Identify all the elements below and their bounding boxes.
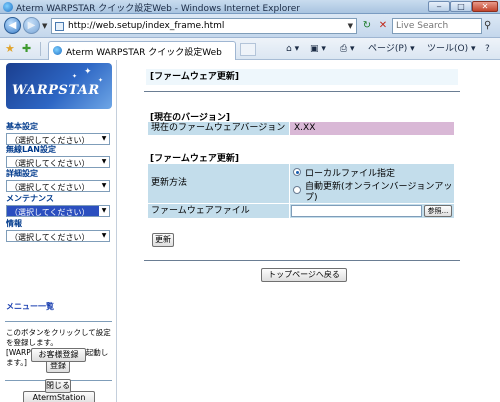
address-dropdown-icon[interactable]: ▼ [348,22,353,30]
advanced-settings-select[interactable]: （選択してください） ▼ [6,180,110,192]
close-button[interactable]: 閉じる [45,379,71,393]
bottom-divider [144,260,460,261]
chevron-down-icon: ▼ [99,206,109,216]
maintenance-select[interactable]: （選択してください） ▼ [6,205,110,217]
nav-section-title: 基本設定 [6,122,38,131]
page-icon [55,22,64,31]
chevron-down-icon: ▼ [101,135,107,142]
update-method-cell: ローカルファイル指定 自動更新(オンラインバージョンアップ) [290,164,454,203]
window-title: Aterm WARPSTAR クイック設定Web - Windows Inter… [16,4,300,14]
maximize-button[interactable]: □ [450,1,472,12]
close-window-button[interactable]: ✕ [472,1,498,12]
toolbar-divider [40,42,41,56]
nav-section-basic: 基本設定 （選択してください） ▼ [6,121,112,145]
wlan-settings-select[interactable]: （選択してください） ▼ [6,156,110,168]
tab-ie-icon [53,46,62,55]
ie-logo-icon [3,2,13,12]
chevron-down-icon: ▼ [101,158,107,165]
chevron-down-icon: ▼ [101,232,107,239]
star-icon: ✦ [84,67,92,77]
tab-label: Aterm WARPSTAR クイック設定Web [66,48,222,58]
minimize-button[interactable]: ‒ [428,1,450,12]
local-file-label: ローカルファイル指定 [305,169,396,179]
firmware-file-input[interactable] [291,205,422,217]
current-version-label: 現在のファームウェアバージョン [148,122,289,135]
auto-update-label: 自動更新(オンラインバージョンアップ) [305,182,453,203]
auto-update-radio[interactable] [293,186,301,194]
browser-tab[interactable]: Aterm WARPSTAR クイック設定Web [48,41,236,60]
search-box[interactable] [392,18,482,34]
nav-section-advanced: 詳細設定 （選択してください） ▼ [6,168,112,192]
page-menu[interactable]: ページ(P) ▾ [368,42,415,56]
browse-button[interactable]: 参照... [424,205,452,217]
address-url[interactable]: http://web.setup/index_frame.html [68,21,224,31]
feeds-icon[interactable]: ▣ ▾ [310,42,326,56]
main-content-frame: [ファームウェア更新] [現在のバージョン] 現在のファームウェアバージョン X… [117,60,500,402]
nav-section-wlan: 無線LAN設定 （選択してください） ▼ [6,144,112,168]
local-file-radio[interactable] [293,168,301,176]
new-tab-button[interactable] [240,43,256,56]
customer-register-button[interactable]: お客様登録 [31,348,86,362]
help-icon[interactable]: ? [485,42,490,56]
back-to-top-button[interactable]: トップページへ戻る [261,268,347,282]
window-titlebar: Aterm WARPSTAR クイック設定Web - Windows Inter… [0,0,500,14]
divider [5,321,112,322]
firmware-update-title: [ファームウェア更新] [150,154,239,164]
stop-icon[interactable]: ✕ [376,19,390,33]
info-select[interactable]: （選択してください） ▼ [6,230,110,242]
current-version-value: X.XX [290,122,454,135]
nav-section-maintenance: メンテナンス （選択してください） ▼ [6,193,112,217]
star-icon: ✦ [72,73,78,80]
address-bar[interactable]: http://web.setup/index_frame.html ▼ [51,18,357,34]
forward-button[interactable]: ▶ [23,17,40,34]
address-toolbar: ◀ ▶ ▼ http://web.setup/index_frame.html … [0,14,500,38]
tools-menu[interactable]: ツール(O) ▾ [427,42,476,56]
nav-section-title: 情報 [6,219,22,228]
title-divider [144,91,460,92]
update-method-label: 更新方法 [148,164,289,203]
nav-section-title: 無線LAN設定 [6,145,56,154]
nav-section-info: 情報 （選択してください） ▼ [6,218,112,242]
history-dropdown-icon[interactable]: ▼ [42,22,47,30]
back-button[interactable]: ◀ [4,17,21,34]
nav-section-title: メンテナンス [6,194,54,203]
search-input[interactable] [393,19,481,33]
add-favorite-icon[interactable]: ✚ [22,42,31,55]
firmware-file-label: ファームウェアファイル [148,204,289,218]
print-icon[interactable]: ⎙ ▾ [340,42,355,56]
nav-section-title: 詳細設定 [6,169,38,178]
logo-text: WARPSTAR [12,83,100,98]
chevron-down-icon: ▼ [101,182,107,189]
tab-toolbar: ★ ✚ Aterm WARPSTAR クイック設定Web ⌂ ▾ ▣ ▾ ⎙ ▾… [0,38,500,60]
favorites-star-icon[interactable]: ★ [5,42,15,55]
menu-list-link[interactable]: メニュー一覧 [6,301,54,312]
home-icon[interactable]: ⌂ ▾ [286,42,299,56]
page-title: [ファームウェア更新] [146,69,458,85]
search-icon[interactable]: ⚲ [484,19,497,32]
refresh-icon[interactable]: ↻ [360,19,374,33]
warpstar-logo: ✦ ✦ ✦ WARPSTAR [6,63,112,109]
update-button[interactable]: 更新 [152,233,174,247]
